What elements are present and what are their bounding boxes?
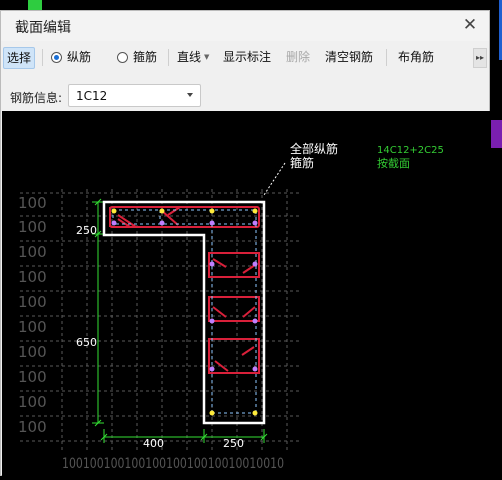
- close-icon[interactable]: ✕: [459, 14, 481, 36]
- grid-label: 100: [18, 268, 47, 286]
- grid-label: 100: [18, 318, 47, 336]
- stirrup-radio-label: 箍筋: [133, 50, 158, 64]
- grid-label: 100: [18, 393, 47, 411]
- dim-650: 650: [76, 336, 97, 349]
- grid-label: 100: [18, 218, 47, 236]
- line-dropdown-label: 直线: [177, 50, 202, 64]
- longitudinal-radio[interactable]: 纵筋: [51, 47, 91, 67]
- toolbar-divider: [386, 49, 387, 66]
- grid-label: 100: [18, 368, 47, 386]
- grid-label: 100: [18, 194, 47, 212]
- dim-250-bottom: 250: [223, 437, 244, 450]
- title-bar[interactable]: 截面编辑 ✕: [1, 11, 489, 41]
- select-button[interactable]: 选择: [3, 47, 36, 69]
- radio-checked-icon: [51, 52, 62, 63]
- background-cad-fragment: [491, 120, 502, 148]
- leader-line: [263, 162, 286, 196]
- spec-section: 按截面: [377, 156, 410, 170]
- rebar-info-select[interactable]: 1C12: [68, 84, 201, 107]
- chevron-down-icon: [187, 93, 193, 97]
- rebar-points: [111, 208, 258, 416]
- show-annotation-button[interactable]: 显示标注: [223, 47, 271, 67]
- dim-400: 400: [143, 437, 164, 450]
- toolbar-divider: [42, 49, 43, 66]
- stirrup-radio[interactable]: 箍筋: [117, 47, 157, 67]
- grid-label: 100: [18, 343, 47, 361]
- section-drawing: 100 100 100 100 100 100 100 100 100 100 …: [18, 141, 444, 472]
- dialog-title: 截面编辑: [15, 20, 71, 36]
- section-outline: [102, 200, 266, 425]
- clear-rebar-button[interactable]: 清空钢筋: [325, 47, 373, 67]
- section-canvas[interactable]: 100 100 100 100 100 100 100 100 100 100 …: [2, 111, 490, 477]
- overflow-chevron-icon[interactable]: ▸▸: [473, 48, 487, 68]
- longitudinal-radio-label: 纵筋: [67, 50, 92, 64]
- chevron-down-icon: ▼: [204, 53, 210, 61]
- grid-labels-bottom: 10010010010010010010010010010010: [62, 456, 284, 472]
- section-edit-dialog: 截面编辑 ✕ 选择 纵筋 箍筋 直线 ▼ 显示标注 删除 清空钢筋 布角筋 ▸▸ …: [0, 10, 490, 477]
- legend-stirrup: 箍筋: [290, 155, 314, 170]
- grid-label: 100: [18, 243, 47, 261]
- radio-unchecked-icon: [117, 52, 128, 63]
- toolbar: 选择 纵筋 箍筋 直线 ▼ 显示标注 删除 清空钢筋 布角筋: [1, 42, 489, 72]
- spec-long: 14C12+2C25: [377, 145, 444, 156]
- background-cad-fragment: [28, 0, 42, 10]
- dim-250-left: 250: [76, 224, 97, 237]
- rebar-info-label: 钢筋信息:: [10, 91, 63, 105]
- grid-label: 100: [18, 418, 47, 436]
- toolbar-divider: [168, 49, 169, 66]
- legend-all-long: 全部纵筋: [290, 141, 338, 156]
- rebar-info-value: 1C12: [76, 89, 108, 103]
- grid-label: 100: [18, 293, 47, 311]
- tie-lines: [112, 209, 257, 414]
- delete-button[interactable]: 删除: [286, 47, 310, 67]
- corner-rebar-button[interactable]: 布角筋: [398, 47, 434, 67]
- line-dropdown[interactable]: 直线 ▼: [177, 47, 209, 67]
- grid-labels-left: 100 100 100 100 100 100 100 100 100 100: [18, 194, 47, 436]
